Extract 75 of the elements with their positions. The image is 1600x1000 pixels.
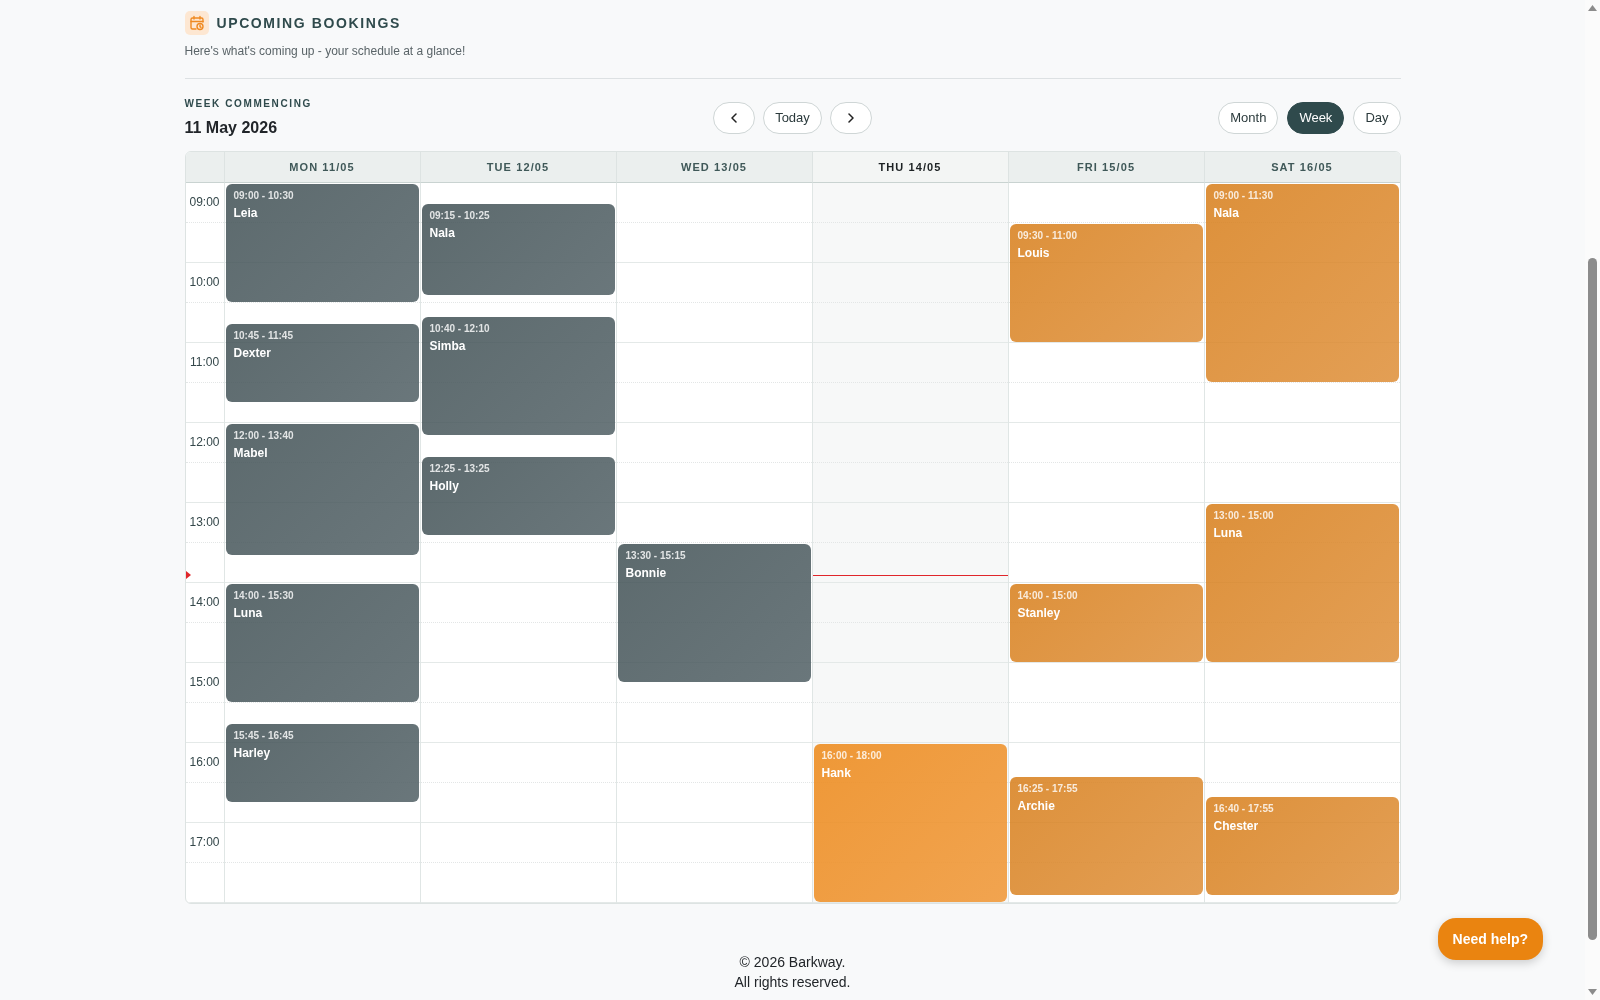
booking-time: 16:00 - 18:00 <box>821 749 882 762</box>
booking-name: Nala <box>1213 205 1239 221</box>
booking-card[interactable]: 09:15 - 10:25 Nala <box>421 204 615 296</box>
booking-card[interactable]: 13:30 - 15:15 Bonnie <box>617 544 811 682</box>
day-header: SAT 16/05 <box>1203 152 1400 183</box>
day-header: TUE 12/05 <box>419 152 616 183</box>
booking-name: Harley <box>233 745 271 761</box>
booking-time: 09:00 - 10:30 <box>233 189 294 202</box>
booking-card[interactable]: 09:00 - 10:30 Leia <box>225 184 419 302</box>
footer-text: All rights reserved. <box>734 973 851 992</box>
booking-name: Archie <box>1017 798 1055 815</box>
booking-time: 09:15 - 10:25 <box>429 209 490 222</box>
booking-time: 09:30 - 11:00 <box>1017 229 1077 242</box>
booking-name: Chester <box>1213 818 1259 835</box>
booking-name: Bonnie <box>625 565 667 581</box>
booking-name: Leia <box>233 205 258 221</box>
booking-time: 12:00 - 13:40 <box>233 429 294 442</box>
booking-card[interactable]: 14:00 - 15:30 Luna <box>225 584 419 702</box>
booking-time: 14:00 - 15:30 <box>233 589 294 602</box>
day-header: THU 14/05 <box>811 152 1008 183</box>
time-label: 12:00 <box>188 435 221 449</box>
calendar-clock-icon <box>184 11 209 35</box>
day-header: WED 13/05 <box>615 152 812 183</box>
time-label: 17:00 <box>188 835 221 849</box>
booking-card[interactable]: 12:25 - 13:25 Holly <box>421 457 615 536</box>
day-header: MON 11/05 <box>223 152 420 183</box>
booking-name: Dexter <box>233 345 271 361</box>
view-button[interactable]: Day <box>1353 102 1401 134</box>
scroll-up-icon[interactable] <box>1588 5 1597 11</box>
time-label: 10:00 <box>188 275 221 289</box>
booking-name: Stanley <box>1017 605 1061 621</box>
booking-card[interactable]: 12:00 - 13:40 Mabel <box>225 424 419 556</box>
calendar-corner <box>185 152 224 183</box>
booking-card[interactable]: 15:45 - 16:45 Harley <box>225 724 419 802</box>
time-label: 16:00 <box>188 755 221 769</box>
scroll-down-icon[interactable] <box>1588 989 1597 995</box>
booking-time: 10:45 - 11:45 <box>233 329 293 342</box>
time-label: 13:00 <box>188 515 221 529</box>
booking-name: Luna <box>1213 525 1243 541</box>
view-button[interactable]: Week <box>1287 102 1345 134</box>
next-button[interactable] <box>829 102 872 134</box>
chevron-left-icon <box>731 113 738 123</box>
booking-time: 16:40 - 17:55 <box>1213 802 1274 816</box>
booking-name: Simba <box>429 338 466 355</box>
booking-card[interactable]: 10:40 - 12:10 Simba <box>421 317 615 436</box>
booking-time: 14:00 - 15:00 <box>1017 589 1078 602</box>
week-date: 11 May 2026 <box>184 118 278 138</box>
day-header: FRI 15/05 <box>1007 152 1204 183</box>
chevron-right-icon <box>847 113 854 123</box>
view-button[interactable]: Month <box>1218 102 1279 134</box>
booking-name: Holly <box>429 478 459 495</box>
booking-time: 16:25 - 17:55 <box>1017 782 1078 796</box>
page-title: UPCOMING BOOKINGS <box>216 14 401 33</box>
today-button[interactable]: Today <box>763 102 822 134</box>
booking-name: Nala <box>429 225 455 241</box>
booking-time: 12:25 - 13:25 <box>429 462 490 476</box>
time-label: 09:00 <box>188 195 221 209</box>
booking-name: Hank <box>821 765 851 781</box>
booking-time: 13:00 - 15:00 <box>1213 509 1274 522</box>
week-label: WEEK COMMENCING <box>184 98 312 110</box>
booking-time: 15:45 - 16:45 <box>233 729 294 742</box>
booking-time: 09:00 - 11:30 <box>1213 189 1273 202</box>
time-label: 11:00 <box>188 355 221 369</box>
booking-time: 10:40 - 12:10 <box>429 322 490 336</box>
booking-time: 13:30 - 15:15 <box>625 549 686 562</box>
booking-name: Mabel <box>233 445 268 461</box>
booking-name: Luna <box>233 605 263 621</box>
booking-card[interactable]: 10:45 - 11:45 Dexter <box>225 324 419 402</box>
time-label: 15:00 <box>188 675 221 689</box>
time-label: 14:00 <box>188 595 221 609</box>
booking-name: Louis <box>1017 245 1050 261</box>
footer-text: © 2026 Barkway. <box>739 953 846 972</box>
scrollbar-thumb[interactable] <box>1588 258 1597 940</box>
page-subtitle: Here's what's coming up - your schedule at a glance! <box>184 43 466 59</box>
previous-button[interactable] <box>713 102 756 134</box>
